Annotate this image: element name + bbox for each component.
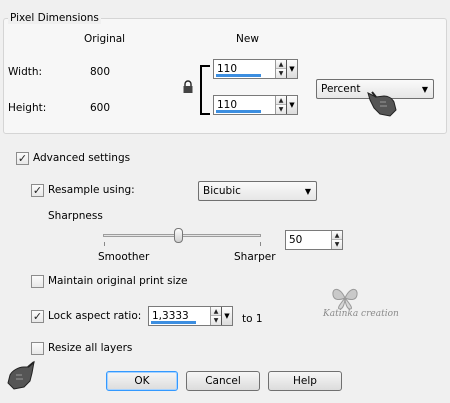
aspect-spin-down-icon[interactable]: ▼ xyxy=(211,316,221,325)
width-spin-down-icon[interactable]: ▼ xyxy=(276,69,286,78)
pointing-hand-icon xyxy=(367,91,397,117)
ok-button[interactable]: OK xyxy=(106,371,178,391)
resize-all-layers-label: Resize all layers xyxy=(48,342,133,354)
height-label: Height: xyxy=(8,102,47,114)
resample-label: Resample using: xyxy=(48,184,135,196)
lock-aspect-ratio-checkbox[interactable]: ✓ xyxy=(31,310,44,323)
width-spin-arrows[interactable]: ▲ ▼ xyxy=(275,60,286,78)
sharpness-spinbox[interactable]: 50 ▲ ▼ xyxy=(285,230,343,250)
resize-all-layers-checkbox[interactable] xyxy=(31,342,44,355)
width-label: Width: xyxy=(8,66,43,78)
height-spin-up-icon[interactable]: ▲ xyxy=(276,96,286,105)
lock-aspect-ratio-label: Lock aspect ratio: xyxy=(48,310,142,322)
width-spin-up-icon[interactable]: ▲ xyxy=(276,60,286,69)
maintain-print-size-label: Maintain original print size xyxy=(48,275,188,287)
sharpness-label: Sharpness xyxy=(48,210,103,222)
height-spin-down-icon[interactable]: ▼ xyxy=(276,105,286,114)
maintain-print-size-checkbox[interactable] xyxy=(31,275,44,288)
height-spin-arrows[interactable]: ▲ ▼ xyxy=(275,96,286,114)
smoother-label: Smoother xyxy=(98,251,150,263)
lock-icon[interactable] xyxy=(182,80,194,94)
link-bracket xyxy=(200,65,210,115)
height-dropdown-icon[interactable]: ▼ xyxy=(286,96,297,114)
advanced-settings-label: Advanced settings xyxy=(33,152,131,164)
aspect-ratio-underline xyxy=(151,321,196,324)
width-dropdown-icon[interactable]: ▼ xyxy=(286,60,297,78)
aspect-ratio-spinbox[interactable]: 1,3333 ▲ ▼ ▼ xyxy=(148,306,233,326)
sharpness-spin-down-icon[interactable]: ▼ xyxy=(332,240,342,249)
sharpness-spin-arrows[interactable]: ▲ ▼ xyxy=(331,231,342,249)
slider-tick xyxy=(260,242,261,246)
sharpness-slider-thumb[interactable] xyxy=(174,228,183,243)
height-new-underline xyxy=(216,110,261,113)
units-selected-value: Percent xyxy=(321,83,361,95)
pointing-hand-icon xyxy=(7,360,35,390)
resample-method-select[interactable]: Bicubic ▼ xyxy=(198,181,317,201)
pixel-dimensions-title: Pixel Dimensions xyxy=(8,12,101,24)
height-new-spinbox[interactable]: 110 ▲ ▼ ▼ xyxy=(213,95,298,115)
aspect-dropdown-icon[interactable]: ▼ xyxy=(221,307,232,325)
height-original-value: 600 xyxy=(90,102,111,114)
new-header: New xyxy=(236,33,259,45)
advanced-settings-checkbox[interactable]: ✓ xyxy=(16,152,29,165)
original-header: Original xyxy=(84,33,126,45)
chevron-down-icon: ▼ xyxy=(304,187,311,196)
butterfly-watermark xyxy=(332,288,358,310)
aspect-ratio-suffix: to 1 xyxy=(242,313,263,325)
help-button[interactable]: Help xyxy=(268,371,342,391)
watermark-text: Katinka creation xyxy=(323,309,399,319)
sharpness-spin-up-icon[interactable]: ▲ xyxy=(332,231,342,240)
width-new-spinbox[interactable]: 110 ▲ ▼ ▼ xyxy=(213,59,298,79)
sharpness-value: 50 xyxy=(289,234,303,246)
width-original-value: 800 xyxy=(90,66,111,78)
resample-checkbox[interactable]: ✓ xyxy=(31,184,44,197)
width-new-underline xyxy=(216,74,261,77)
slider-tick xyxy=(104,242,105,246)
aspect-spin-arrows[interactable]: ▲ ▼ xyxy=(210,307,221,325)
cancel-button[interactable]: Cancel xyxy=(186,371,260,391)
aspect-spin-up-icon[interactable]: ▲ xyxy=(211,307,221,316)
chevron-down-icon: ▼ xyxy=(421,85,428,94)
sharper-label: Sharper xyxy=(234,251,276,263)
resample-method-value: Bicubic xyxy=(203,185,241,197)
